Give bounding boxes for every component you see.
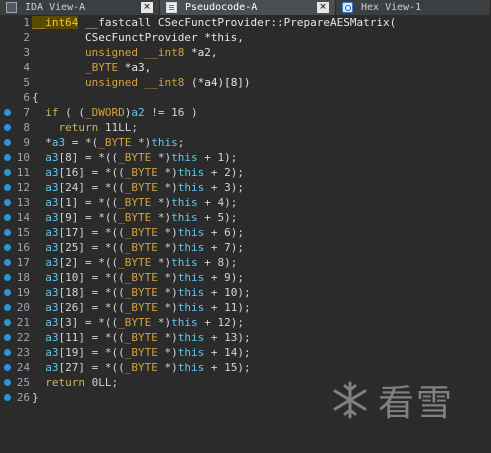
code-text: a3[10] = *((_BYTE *)this + 9); (45, 271, 244, 284)
close-icon[interactable]: × (141, 2, 153, 13)
tab-bar: IDA View-A × Pseudocode-A × Hex View-1 (0, 0, 491, 15)
watermark-text: 看雪 (378, 383, 455, 424)
watermark: 看雪 (330, 375, 480, 425)
code-line[interactable]: 5 unsigned __int8 (*a4)[8]) (0, 75, 491, 90)
line-number: 22 (16, 331, 30, 344)
code-text: __int64 __fastcall CSecFunctProvider::Pr… (32, 16, 397, 29)
code-line[interactable]: 20 a3[26] = *((_BYTE *)this + 11); (0, 300, 491, 315)
code-text: a3[9] = *((_BYTE *)this + 5); (45, 211, 238, 224)
line-number: 12 (16, 181, 30, 194)
line-number: 8 (23, 121, 30, 134)
line-number: 16 (16, 241, 30, 254)
code-line[interactable]: 4 _BYTE *a3, (0, 60, 491, 75)
code-line[interactable]: 16 a3[25] = *((_BYTE *)this + 7); (0, 240, 491, 255)
code-text: a3[11] = *((_BYTE *)this + 13); (45, 331, 251, 344)
code-line[interactable]: 6{ (0, 90, 491, 105)
code-text: return 11LL; (58, 121, 139, 134)
line-number: 19 (16, 286, 30, 299)
code-text: a3[8] = *((_BYTE *)this + 1); (45, 151, 238, 164)
line-number: 5 (23, 76, 30, 89)
code-text: if ( (_DWORD)a2 != 16 ) (45, 106, 198, 119)
code-line[interactable]: 3 unsigned __int8 *a2, (0, 45, 491, 60)
tab-ida-view[interactable]: IDA View-A × (0, 0, 160, 15)
line-number: 11 (16, 166, 30, 179)
line-number: 3 (23, 46, 30, 59)
code-line[interactable]: 8 return 11LL; (0, 120, 491, 135)
code-line[interactable]: 15 a3[17] = *((_BYTE *)this + 6); (0, 225, 491, 240)
code-text: CSecFunctProvider *this, (84, 31, 244, 44)
code-text: *a3 = *(_BYTE *)this; (32, 136, 185, 149)
code-line[interactable]: 9 *a3 = *(_BYTE *)this; (0, 135, 491, 150)
code-line[interactable]: 21 a3[3] = *((_BYTE *)this + 12); (0, 315, 491, 330)
code-text: a3[2] = *((_BYTE *)this + 8); (45, 256, 238, 269)
code-line[interactable]: 1 __int64 __fastcall CSecFunctProvider::P… (0, 15, 491, 30)
code-text: a3[27] = *((_BYTE *)this + 15); (45, 361, 251, 374)
line-number: 6 (23, 91, 30, 104)
line-number: 23 (16, 346, 30, 359)
code-text: } (32, 391, 39, 404)
code-text: a3[24] = *((_BYTE *)this + 3); (45, 181, 244, 194)
line-number: 21 (16, 316, 30, 329)
pseudocode-icon (166, 2, 177, 13)
tab-label: IDA View-A (25, 2, 86, 13)
code-line[interactable]: 17 a3[2] = *((_BYTE *)this + 8); (0, 255, 491, 270)
ida-view-icon (6, 2, 17, 13)
code-text: a3[3] = *((_BYTE *)this + 12); (45, 316, 244, 329)
code-line[interactable]: 23 a3[19] = *((_BYTE *)this + 14); (0, 345, 491, 360)
tab-hex-view[interactable]: Hex View-1 (336, 0, 491, 15)
hex-view-icon (342, 2, 353, 13)
line-number: 25 (16, 376, 30, 389)
line-number: 20 (16, 301, 30, 314)
code-text: a3[16] = *((_BYTE *)this + 2); (45, 166, 244, 179)
line-number: 2 (23, 31, 30, 44)
code-text: a3[25] = *((_BYTE *)this + 7); (45, 241, 244, 254)
line-number: 10 (16, 151, 30, 164)
code-text: unsigned __int8 (*a4)[8]) (84, 76, 251, 89)
code-text: { (32, 91, 39, 104)
code-text: unsigned __int8 *a2, (84, 46, 218, 59)
code-line[interactable]: 13 a3[1] = *((_BYTE *)this + 4); (0, 195, 491, 210)
snowflake-icon (333, 381, 367, 419)
line-number: 24 (16, 361, 30, 374)
line-number: 4 (23, 61, 30, 74)
code-line[interactable]: 11 a3[16] = *((_BYTE *)this + 2); (0, 165, 491, 180)
line-number: 13 (16, 196, 30, 209)
code-line[interactable]: 7 if ( (_DWORD)a2 != 16 ) (0, 105, 491, 120)
code-text: _BYTE *a3, (84, 61, 152, 74)
code-text: a3[17] = *((_BYTE *)this + 6); (45, 226, 244, 239)
line-number: 26 (16, 391, 30, 404)
line-number: 15 (16, 226, 30, 239)
code-line[interactable]: 14 a3[9] = *((_BYTE *)this + 5); (0, 210, 491, 225)
line-number: 17 (16, 256, 30, 269)
line-number: 18 (16, 271, 30, 284)
code-line[interactable]: 22 a3[11] = *((_BYTE *)this + 13); (0, 330, 491, 345)
code-line[interactable]: 2 CSecFunctProvider *this, (0, 30, 491, 45)
line-number: 14 (16, 211, 30, 224)
line-number: 9 (23, 136, 30, 149)
code-text: a3[18] = *((_BYTE *)this + 10); (45, 286, 251, 299)
code-text: a3[26] = *((_BYTE *)this + 11); (45, 301, 251, 314)
code-line[interactable]: 19 a3[18] = *((_BYTE *)this + 10); (0, 285, 491, 300)
tab-label: Pseudocode-A (185, 2, 258, 13)
tab-label: Hex View-1 (361, 2, 422, 13)
line-number: 7 (23, 106, 30, 119)
code-line[interactable]: 12 a3[24] = *((_BYTE *)this + 3); (0, 180, 491, 195)
line-number: 1 (23, 16, 30, 29)
tab-pseudocode[interactable]: Pseudocode-A × (160, 0, 336, 15)
code-line[interactable]: 24 a3[27] = *((_BYTE *)this + 15); (0, 360, 491, 375)
code-text: return 0LL; (45, 376, 119, 389)
close-icon[interactable]: × (317, 2, 329, 13)
code-line[interactable]: 10 a3[8] = *((_BYTE *)this + 1); (0, 150, 491, 165)
code-text: a3[1] = *((_BYTE *)this + 4); (45, 196, 238, 209)
code-text: a3[19] = *((_BYTE *)this + 14); (45, 346, 251, 359)
code-line[interactable]: 18 a3[10] = *((_BYTE *)this + 9); (0, 270, 491, 285)
